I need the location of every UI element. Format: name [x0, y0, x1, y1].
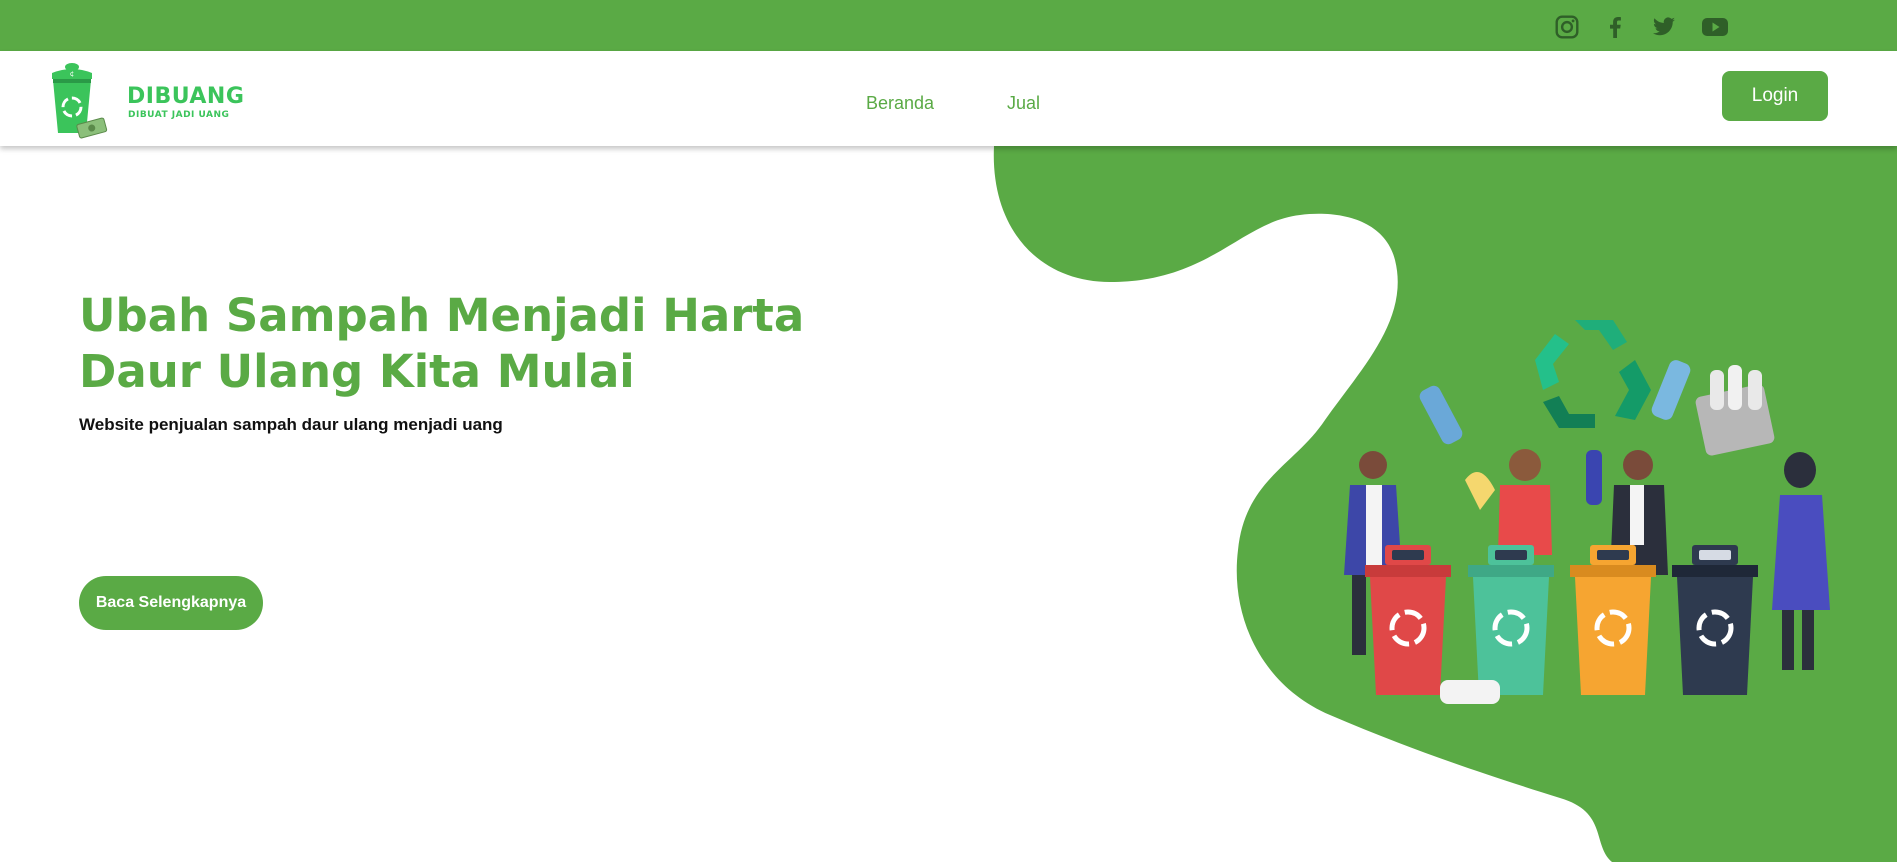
svg-text:¢: ¢ [70, 70, 74, 78]
dark-recycle-bin [1672, 545, 1758, 695]
person-figure [1465, 449, 1552, 555]
hero-title: Ubah Sampah Menjadi Harta Daur Ulang Kit… [79, 288, 899, 400]
recycling-people-illustration [1344, 320, 1830, 704]
top-social-bar [0, 0, 1897, 51]
recycle-symbol-icon [1535, 320, 1651, 428]
dropped-bottle-icon [1440, 680, 1500, 704]
brand-tagline: DIBUAT JADI UANG [128, 110, 230, 120]
read-more-button[interactable]: Baca Selengkapnya [79, 576, 263, 630]
instagram-icon[interactable] [1552, 12, 1582, 42]
login-button[interactable]: Login [1722, 71, 1828, 121]
glass-bottle-icon [1651, 360, 1691, 420]
plastic-bottle-icon [1419, 385, 1463, 445]
person-figure [1772, 452, 1830, 670]
hero-title-line-1: Ubah Sampah Menjadi Harta [79, 289, 805, 342]
orange-recycle-bin [1570, 545, 1656, 695]
red-recycle-bin [1365, 545, 1451, 695]
facebook-icon[interactable] [1600, 12, 1630, 42]
twitter-icon[interactable] [1649, 12, 1679, 42]
trash-bin-logo-icon[interactable]: ¢ [46, 61, 110, 141]
hero-title-line-2: Daur Ulang Kita Mulai [79, 345, 635, 398]
hero-subtitle: Website penjualan sampah daur ulang menj… [79, 415, 503, 434]
youtube-icon[interactable] [1700, 12, 1730, 42]
nav-link-beranda[interactable]: Beranda [866, 93, 934, 114]
teal-recycle-bin [1468, 545, 1554, 695]
main-navbar: ¢ DIBUANG DIBUAT JADI UANG Beranda Jual … [0, 51, 1897, 146]
brand-name[interactable]: DIBUANG [127, 84, 244, 109]
nav-link-jual[interactable]: Jual [1007, 93, 1040, 114]
